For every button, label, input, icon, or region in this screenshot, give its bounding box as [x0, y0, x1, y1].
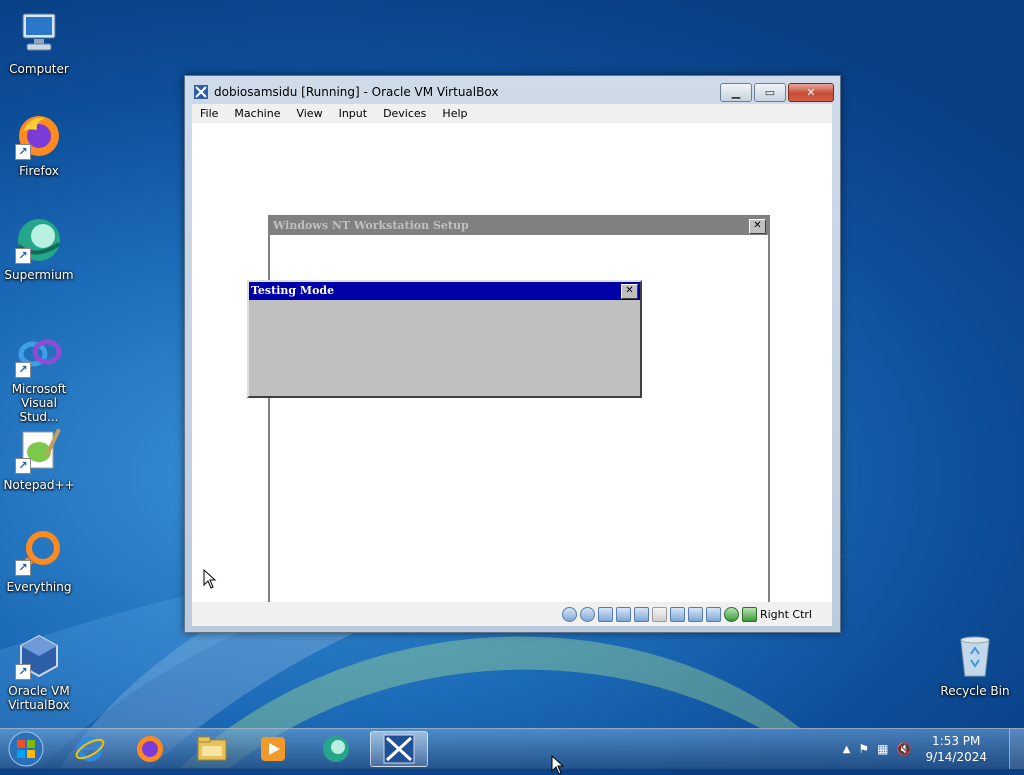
- desktop-icon-label: Everything: [6, 580, 72, 594]
- firefox-icon: [137, 736, 163, 762]
- cpu-icon[interactable]: [705, 606, 721, 622]
- testing-mode-close-button[interactable]: ✕: [621, 284, 638, 299]
- nt-setup-title: Windows NT Workstation Setup: [273, 219, 469, 232]
- testing-mode-dialog: Testing Mode ✕: [247, 280, 642, 398]
- network-tray-icon[interactable]: ▦: [877, 742, 888, 756]
- show-desktop-button[interactable]: [1009, 729, 1024, 769]
- close-icon: ✕: [806, 86, 816, 99]
- shortcut-arrow-icon: ↗: [15, 458, 31, 474]
- menu-machine[interactable]: Machine: [226, 107, 288, 120]
- optical-drive-icon[interactable]: [579, 606, 595, 622]
- desktop-icon-everything[interactable]: ↗ Everything: [0, 528, 78, 594]
- taskbar-firefox[interactable]: [122, 731, 178, 767]
- desktop-icon-label: Notepad++: [3, 478, 75, 492]
- menu-input[interactable]: Input: [331, 107, 375, 120]
- desktop-icon-label: Supermium: [4, 268, 74, 282]
- virtualbox-window[interactable]: dobiosamsidu [Running] - Oracle VM Virtu…: [184, 75, 841, 633]
- supermium-icon: [323, 736, 349, 762]
- computer-icon: [15, 10, 63, 58]
- start-button[interactable]: [6, 731, 46, 767]
- desktop-icon-recycle-bin[interactable]: Recycle Bin: [936, 632, 1014, 698]
- desktop-icon-label: Firefox: [19, 164, 59, 178]
- desktop-icon-label: Computer: [9, 62, 69, 76]
- minimize-icon: ▁: [731, 86, 741, 99]
- desktop-icon-label: Microsoft Visual Stud...: [11, 382, 67, 424]
- everything-search-icon: ↗: [15, 528, 63, 576]
- nt-setup-title-bar: Windows NT Workstation Setup ✕: [270, 217, 768, 235]
- mouse-cursor-icon: [551, 755, 565, 775]
- menu-view[interactable]: View: [288, 107, 330, 120]
- desktop-icon-visual-studio[interactable]: ↗ Microsoft Visual Stud...: [0, 330, 78, 424]
- network-icon[interactable]: [615, 606, 631, 622]
- desktop-icon-computer[interactable]: Computer: [0, 10, 78, 76]
- usb-icon[interactable]: [633, 606, 649, 622]
- taskbar-media-player[interactable]: [245, 731, 301, 767]
- menu-devices[interactable]: Devices: [375, 107, 434, 120]
- notepad-plus-plus-icon: ↗: [15, 426, 63, 474]
- nt-setup-window: Windows NT Workstation Setup ✕: [268, 215, 770, 605]
- maximize-icon: ▭: [764, 86, 776, 99]
- virtualbox-window-icon: [194, 85, 208, 99]
- clock-time: 1:53 PM: [932, 734, 981, 748]
- vm-display[interactable]: Windows NT Workstation Setup ✕ Testing M…: [192, 123, 832, 605]
- close-icon: ✕: [753, 220, 762, 231]
- virtualbox-icon: ↗: [15, 632, 63, 680]
- desktop-icon-label: Oracle VM VirtualBox: [8, 684, 70, 712]
- close-icon: ✕: [625, 285, 634, 296]
- desktop-icon-firefox[interactable]: ↗ Firefox: [0, 112, 78, 178]
- shared-folder-icon[interactable]: [651, 606, 667, 622]
- supermium-icon: ↗: [15, 216, 63, 264]
- taskbar-supermium[interactable]: [308, 731, 364, 767]
- testing-mode-title-bar: Testing Mode ✕: [249, 282, 640, 300]
- shortcut-arrow-icon: ↗: [15, 664, 31, 680]
- taskbar-file-explorer[interactable]: [184, 731, 240, 767]
- close-button[interactable]: ✕: [788, 83, 834, 102]
- desktop-icon-virtualbox[interactable]: ↗ Oracle VM VirtualBox: [0, 632, 78, 712]
- taskbar-internet-explorer[interactable]: [62, 731, 118, 767]
- desktop-icon-notepad-plus-plus[interactable]: ↗ Notepad++: [0, 426, 78, 492]
- clock-date: 9/14/2024: [925, 750, 987, 764]
- virtualbox-vm-icon: [383, 734, 415, 764]
- testing-mode-title: Testing Mode: [251, 284, 335, 297]
- guest-mouse-cursor-icon: [203, 569, 217, 589]
- show-hidden-icons-icon[interactable]: ▲: [843, 744, 851, 755]
- windows-start-icon: [8, 731, 44, 767]
- window-title: dobiosamsidu [Running] - Oracle VM Virtu…: [214, 85, 499, 99]
- minimize-button[interactable]: ▁: [720, 83, 752, 102]
- recording-icon[interactable]: [687, 606, 703, 622]
- maximize-button[interactable]: ▭: [754, 83, 786, 102]
- menu-help[interactable]: Help: [434, 107, 475, 120]
- shortcut-arrow-icon: ↗: [15, 362, 31, 378]
- shortcut-arrow-icon: ↗: [15, 560, 31, 576]
- recycle-bin-icon: [951, 632, 999, 680]
- shortcut-arrow-icon: ↗: [15, 144, 31, 160]
- clock[interactable]: 1:53 PM 9/14/2024: [925, 733, 987, 765]
- guest-additions-icon[interactable]: [723, 606, 739, 622]
- desktop-icon-label: Recycle Bin: [940, 684, 1010, 698]
- shortcut-arrow-icon: ↗: [15, 248, 31, 264]
- vm-status-bar: Right Ctrl: [192, 602, 832, 626]
- internet-explorer-icon: [75, 736, 105, 762]
- media-player-icon: [261, 737, 285, 761]
- system-tray: ▲ ⚑ ▦ 🔇 1:53 PM 9/14/2024: [843, 729, 1024, 769]
- menu-file[interactable]: File: [192, 107, 226, 120]
- display-icon[interactable]: [669, 606, 685, 622]
- taskbar-virtualbox-vm[interactable]: [370, 731, 428, 767]
- menu-bar: File Machine View Input Devices Help: [192, 104, 832, 123]
- mouse-integration-icon[interactable]: [741, 606, 757, 622]
- window-title-bar[interactable]: dobiosamsidu [Running] - Oracle VM Virtu…: [193, 84, 498, 100]
- file-explorer-icon: [197, 736, 227, 761]
- firefox-icon: ↗: [15, 112, 63, 160]
- taskbar: ▲ ⚑ ▦ 🔇 1:53 PM 9/14/2024: [0, 728, 1024, 769]
- visual-studio-icon: ↗: [15, 330, 63, 378]
- action-center-flag-icon[interactable]: ⚑: [858, 742, 869, 756]
- hard-disk-icon[interactable]: [561, 606, 577, 622]
- volume-muted-icon[interactable]: 🔇: [897, 742, 912, 756]
- audio-icon[interactable]: [597, 606, 613, 622]
- nt-setup-close-button[interactable]: ✕: [749, 219, 766, 234]
- host-key-label: Right Ctrl: [759, 607, 812, 621]
- desktop-icon-supermium[interactable]: ↗ Supermium: [0, 216, 78, 282]
